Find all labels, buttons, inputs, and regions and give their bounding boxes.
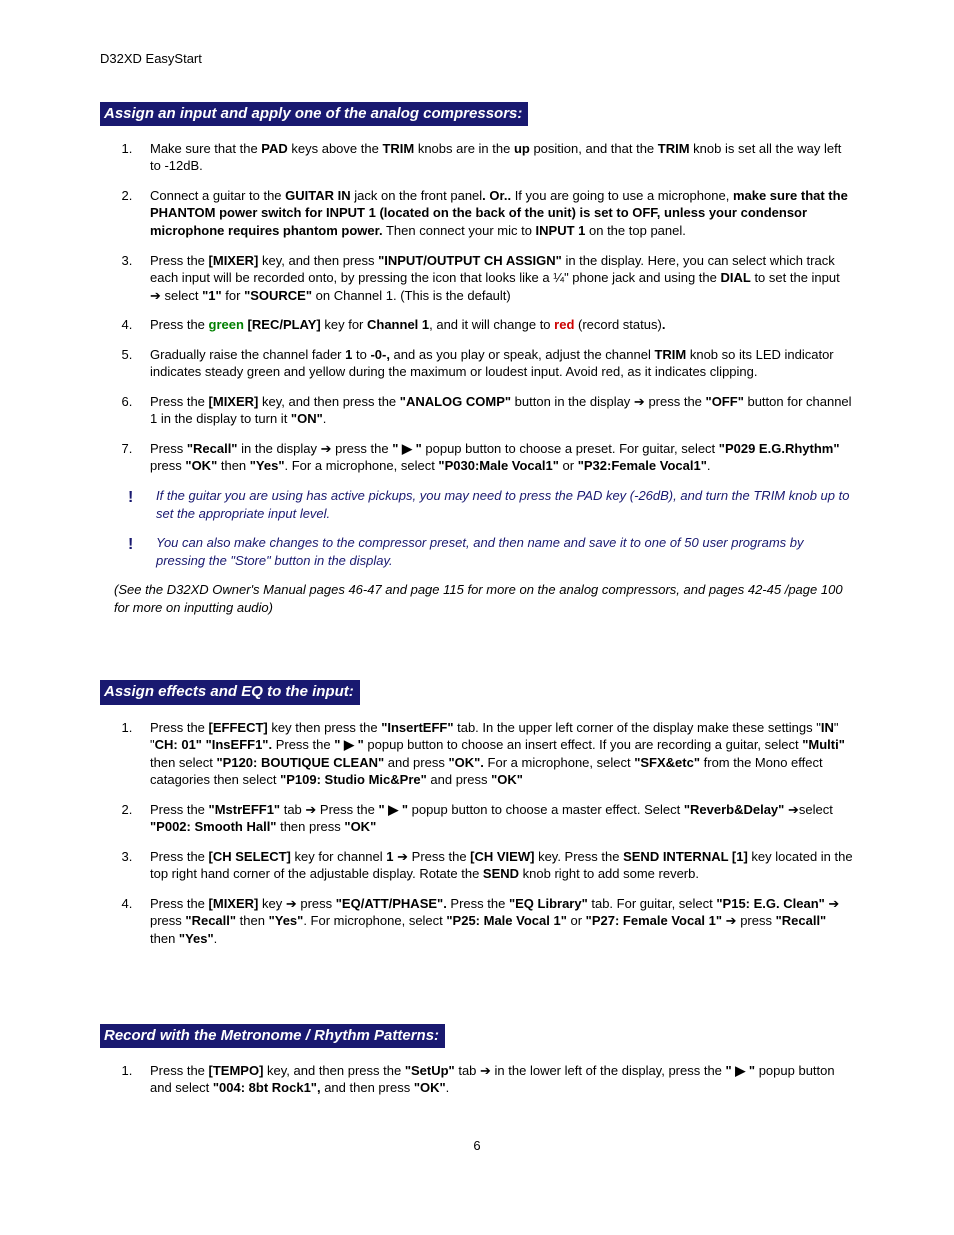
arrow-icon: ➔	[150, 288, 161, 303]
arrow-icon: ➔	[788, 802, 799, 817]
compressor-steps: Make sure that the PAD keys above the TR…	[136, 140, 854, 475]
list-item: Press the "MstrEFF1" tab ➔ Press the " ▶…	[136, 801, 854, 836]
section-heading-metronome: Record with the Metronome / Rhythm Patte…	[100, 1024, 445, 1048]
section-heading-effects: Assign effects and EQ to the input:	[100, 680, 360, 704]
list-item: Press "Recall" in the display ➔ press th…	[136, 440, 854, 475]
metronome-steps: Press the [TEMPO] key, and then press th…	[136, 1062, 854, 1097]
section-heading-compressors: Assign an input and apply one of the ana…	[100, 102, 528, 126]
list-item: Make sure that the PAD keys above the TR…	[136, 140, 854, 175]
arrow-icon: ➔	[634, 394, 645, 409]
arrow-icon: ➔	[321, 441, 332, 456]
page-header: D32XD EasyStart	[100, 50, 854, 68]
exclamation-icon: !	[128, 487, 156, 509]
list-item: Press the [MIXER] key, and then press "I…	[136, 252, 854, 305]
list-item: Press the green [REC/PLAY] key for Chann…	[136, 316, 854, 334]
arrow-icon: ➔	[305, 802, 316, 817]
page-number: 6	[100, 1137, 854, 1155]
list-item: Press the [TEMPO] key, and then press th…	[136, 1062, 854, 1097]
effects-steps: Press the [EFFECT] key then press the "I…	[136, 719, 854, 948]
note-pickup: ! If the guitar you are using has active…	[128, 487, 854, 522]
list-item: Press the [CH SELECT] key for channel 1 …	[136, 848, 854, 883]
arrow-icon: ➔	[480, 1063, 491, 1078]
list-item: Press the [MIXER] key, and then press th…	[136, 393, 854, 428]
note-store: ! You can also make changes to the compr…	[128, 534, 854, 569]
arrow-icon: ➔	[397, 849, 408, 864]
list-item: Press the [MIXER] key ➔ press "EQ/ATT/PH…	[136, 895, 854, 948]
arrow-icon: ➔	[286, 896, 297, 911]
list-item: Press the [EFFECT] key then press the "I…	[136, 719, 854, 789]
exclamation-icon: !	[128, 534, 156, 556]
manual-reference: (See the D32XD Owner's Manual pages 46-4…	[114, 581, 854, 616]
list-item: Gradually raise the channel fader 1 to -…	[136, 346, 854, 381]
list-item: Connect a guitar to the GUITAR IN jack o…	[136, 187, 854, 240]
arrow-icon: ➔	[828, 896, 839, 911]
arrow-icon: ➔	[726, 913, 737, 928]
